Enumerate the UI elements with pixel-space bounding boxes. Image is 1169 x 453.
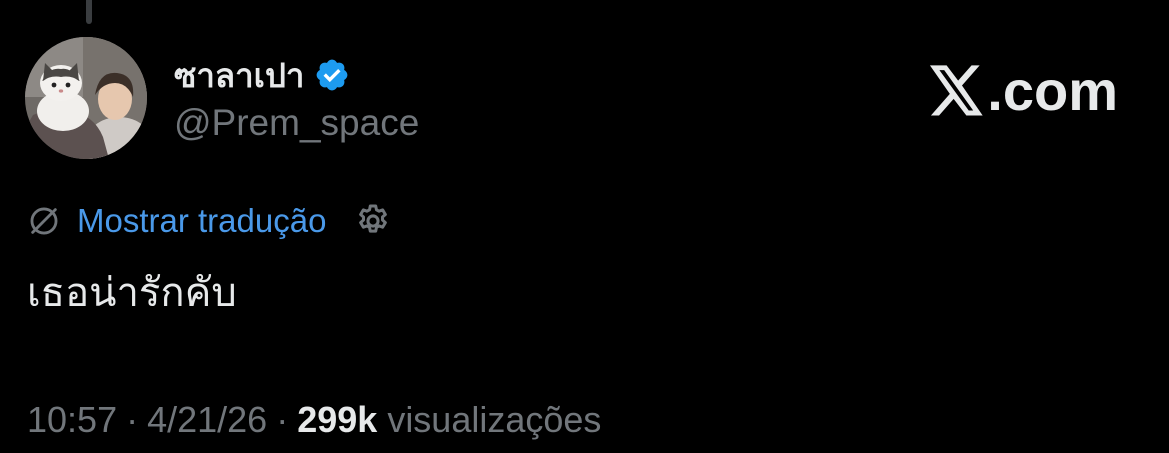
- meta-separator: ·: [126, 399, 139, 440]
- post-date[interactable]: 4/21/26: [147, 399, 267, 441]
- meta-separator: ·: [276, 399, 289, 440]
- avatar[interactable]: [25, 37, 147, 159]
- gear-icon[interactable]: [354, 202, 392, 240]
- thread-connector-line: [86, 0, 92, 24]
- verified-badge-icon: [317, 59, 348, 91]
- display-name[interactable]: ซาลาเปา: [174, 49, 304, 102]
- x-logo-icon: [930, 64, 983, 115]
- post-text: เธอน่ารักคับ: [27, 270, 237, 316]
- author-name-row[interactable]: ซาลาเปา: [174, 52, 350, 98]
- author-handle[interactable]: @Prem_space: [174, 102, 419, 144]
- x-com-watermark: .com: [929, 58, 1118, 123]
- views-label[interactable]: visualizações: [387, 399, 601, 441]
- avatar-photo: [25, 37, 147, 159]
- views-count[interactable]: 299k: [297, 399, 377, 441]
- post-meta: 10:57 · 4/21/26 · 299k visualizações: [27, 397, 601, 443]
- translate-globe-icon: [30, 207, 58, 235]
- brand-suffix: .com: [987, 59, 1118, 122]
- translate-row: Mostrar tradução: [27, 198, 392, 244]
- show-translation-link[interactable]: Mostrar tradução: [77, 202, 326, 240]
- post-time[interactable]: 10:57: [27, 399, 117, 441]
